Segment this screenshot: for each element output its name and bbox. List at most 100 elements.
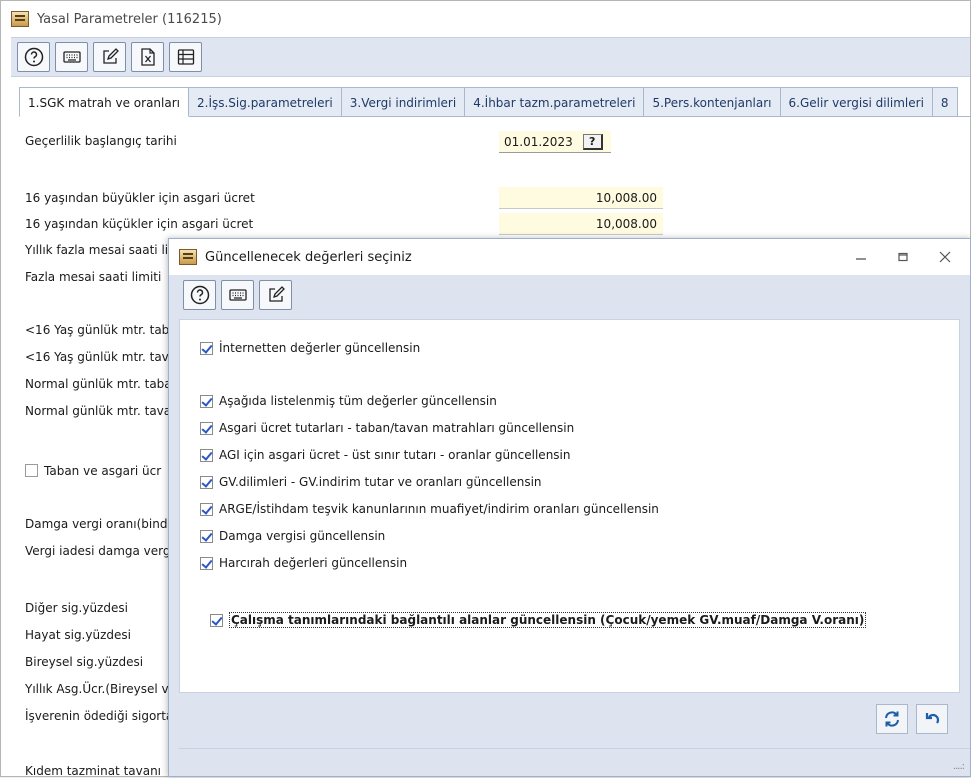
option-arge[interactable]: ARGE/İstihdam teşvik kanunlarının muafiy… [200, 502, 659, 516]
checkbox-checked-icon [200, 448, 213, 462]
minimize-button[interactable] [850, 249, 872, 265]
normal-daily-max-label: Normal günlük mtr. tava [25, 404, 172, 418]
dialog-help-button[interactable] [183, 280, 216, 310]
maximize-icon [898, 252, 908, 262]
checkbox-checked-icon [200, 529, 213, 543]
tab-ihbar[interactable]: 4.İhbar tazm.parametreleri [465, 87, 645, 117]
edit-icon [102, 48, 119, 64]
tab-gelir[interactable]: 6.Gelir vergisi dilimleri [780, 87, 933, 117]
option-label: ARGE/İstihdam teşvik kanunlarının muafiy… [219, 502, 659, 516]
other-ins-label: Diğer sig.yüzdesi [25, 601, 128, 615]
option-min-wage[interactable]: Asgari ücret tutarları - taban/tavan mat… [200, 421, 574, 435]
under16-daily-max-label: <16 Yaş günlük mtr. tav [25, 350, 169, 364]
option-label: AGI için asgari ücret - üst sınır tutarı… [219, 448, 571, 462]
tab-8[interactable]: 8 [932, 87, 958, 117]
keyboard-icon [228, 289, 247, 301]
excel-button[interactable] [131, 42, 164, 72]
main-toolbar [11, 37, 970, 77]
option-travel[interactable]: Harcırah değerleri güncellensin [200, 556, 407, 570]
employer-ins-label: İşverenin ödediği sigorta [25, 709, 174, 723]
tab-isssig[interactable]: 2.İşs.Sig.parametreleri [189, 87, 342, 117]
option-label: Asgari ücret tutarları - taban/tavan mat… [219, 421, 575, 435]
dialog-toolbar [179, 275, 960, 315]
keyboard-icon [62, 51, 81, 63]
min-wage-over16-label: 16 yaşından büyükler için asgari ücret [25, 191, 255, 205]
dialog-edit-button[interactable] [259, 280, 292, 310]
undo-button[interactable] [916, 704, 948, 734]
dialog-status-bar: ....: [179, 748, 970, 776]
min-wage-over16-field[interactable]: 10,008.00 [499, 187, 663, 209]
dialog-app-icon [179, 249, 197, 265]
main-window-title: Yasal Parametreler (116215) [37, 11, 222, 27]
option-label: İnternetten değerler güncellensin [219, 341, 421, 355]
minimize-icon [856, 258, 866, 260]
checkbox-checked-icon [210, 613, 223, 627]
stamp-tax-rate-label: Damga vergi oranı(binde [25, 517, 175, 531]
checkbox-checked-icon [200, 394, 213, 408]
checkbox-checked-icon [200, 421, 213, 435]
tab-vergi[interactable]: 3.Vergi indirimleri [341, 87, 466, 117]
window-controls [850, 249, 956, 265]
app-icon [11, 11, 29, 27]
overtime-yearly-label: Yıllık fazla mesai saati lim [25, 243, 180, 257]
dialog-options-panel: İnternetten değerler güncellensin Aşağıd… [179, 319, 960, 693]
checkbox-icon [25, 464, 38, 477]
option-label: Damga vergisi güncellensin [219, 529, 386, 543]
option-gv-brackets[interactable]: GV.dilimleri - GV.indirim tutar ve oranl… [200, 475, 542, 489]
dialog-footer [179, 694, 960, 744]
tab-kontenjan[interactable]: 5.Pers.kontenjanları [644, 87, 781, 117]
help-icon [24, 47, 43, 67]
option-linked-fields[interactable]: Çalışma tanımlarındaki bağlantılı alanla… [210, 612, 867, 628]
yearly-min-wage-label: Yıllık Asg.Ücr.(Bireysel v [25, 682, 169, 696]
grid-icon [177, 49, 194, 65]
excel-icon [140, 48, 155, 66]
option-stamp-tax[interactable]: Damga vergisi güncellensin [200, 529, 385, 543]
help-button[interactable] [17, 42, 50, 72]
maximize-button[interactable] [892, 249, 914, 265]
option-agi[interactable]: AGI için asgari ücret - üst sınır tutarı… [200, 448, 571, 462]
dialog-title: Güncellenecek değerleri seçiniz [205, 249, 412, 265]
option-internet[interactable]: İnternetten değerler güncellensin [200, 341, 420, 355]
life-ins-label: Hayat sig.yüzdesi [25, 628, 131, 642]
date-picker-button[interactable]: ? [582, 133, 603, 150]
checkbox-checked-icon [200, 556, 213, 570]
start-date-value: 01.01.2023 [504, 134, 573, 149]
edit-icon [268, 286, 285, 302]
dialog-titlebar: Güncellenecek değerleri seçiniz [169, 239, 970, 275]
option-all-values[interactable]: Aşağıda listelenmiş tüm değerler güncell… [200, 394, 497, 408]
severance-cap-label: Kıdem tazminat tavanı [25, 764, 162, 778]
close-button[interactable] [934, 249, 956, 265]
normal-daily-min-label: Normal günlük mtr. taba [25, 377, 172, 391]
keyboard-button[interactable] [55, 42, 88, 72]
resize-grip[interactable]: ....: [953, 761, 965, 772]
apply-button[interactable] [876, 704, 908, 734]
close-icon [939, 251, 951, 263]
min-wage-under16-label: 16 yaşından küçükler için asgari ücret [25, 217, 254, 231]
dialog-keyboard-button[interactable] [221, 280, 254, 310]
individual-ins-label: Bireysel sig.yüzdesi [25, 655, 144, 669]
checkbox-checked-icon [200, 502, 213, 516]
undo-icon [925, 713, 940, 724]
main-titlebar: Yasal Parametreler (116215) [1, 1, 970, 37]
option-label: Harcırah değerleri güncellensin [219, 556, 408, 570]
option-label: GV.dilimleri - GV.indirim tutar ve oranl… [219, 475, 542, 489]
checkbox-checked-icon [200, 341, 213, 355]
help-icon [190, 285, 209, 305]
option-label: Çalışma tanımlarındaki bağlantılı alanla… [229, 612, 867, 628]
option-label: Aşağıda listelenmiş tüm değerler güncell… [219, 394, 497, 408]
edit-button[interactable] [93, 42, 126, 72]
under16-daily-min-label: <16 Yaş günlük mtr. tab [25, 323, 170, 337]
tax-refund-stamp-label: Vergi iadesi damga verg [25, 544, 171, 558]
refresh-icon [885, 711, 899, 727]
start-date-field[interactable]: 01.01.2023 ? [499, 131, 611, 153]
overtime-limit-label: Fazla mesai saati limiti [25, 270, 162, 284]
grid-button[interactable] [169, 42, 202, 72]
tab-sgk[interactable]: 1.SGK matrah ve oranları [19, 87, 189, 117]
tab-bar: 1.SGK matrah ve oranları 2.İşs.Sig.param… [19, 87, 970, 117]
update-dialog: Güncellenecek değerleri seçiniz İnternet… [168, 238, 971, 777]
checkbox-checked-icon [200, 475, 213, 489]
min-wage-under16-field[interactable]: 10,008.00 [499, 213, 663, 235]
base-min-wage-label: Taban ve asgari ücr [44, 464, 162, 478]
start-date-label: Geçerlilik başlangıç tarihi [25, 134, 177, 148]
base-min-wage-checkbox[interactable]: Taban ve asgari ücr [25, 464, 161, 478]
